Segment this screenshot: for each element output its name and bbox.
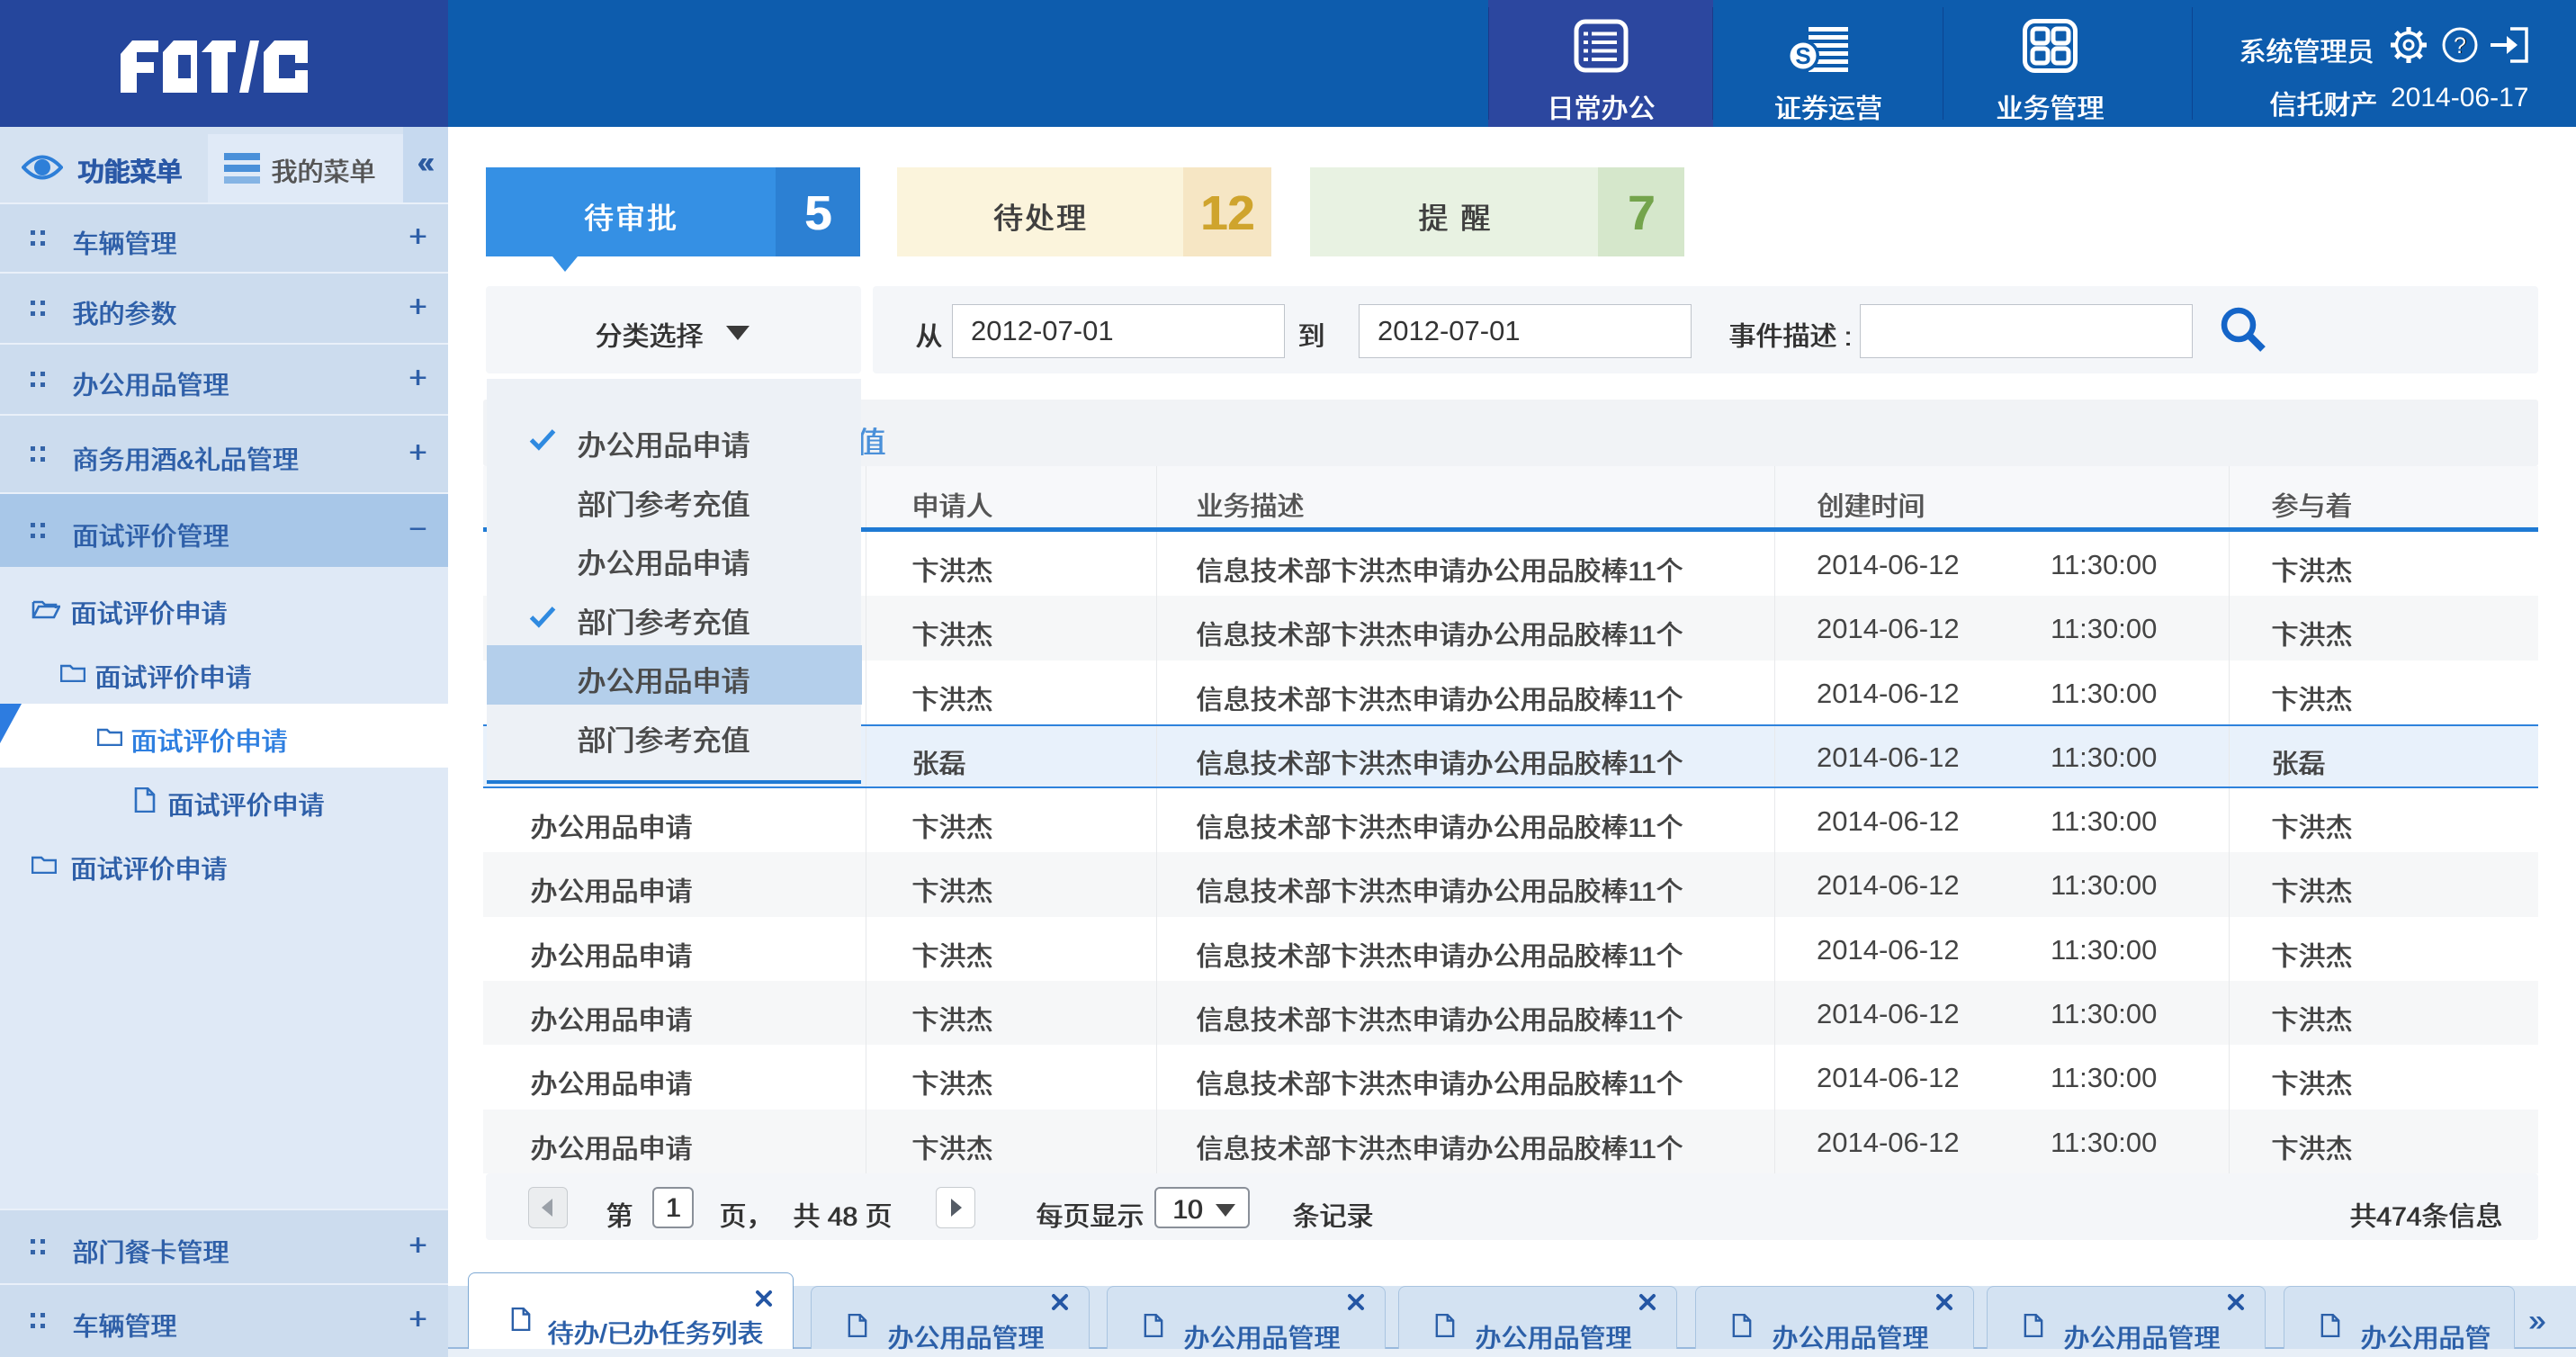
svg-text:S: S <box>1795 42 1810 69</box>
svg-text:?: ? <box>2454 33 2466 58</box>
